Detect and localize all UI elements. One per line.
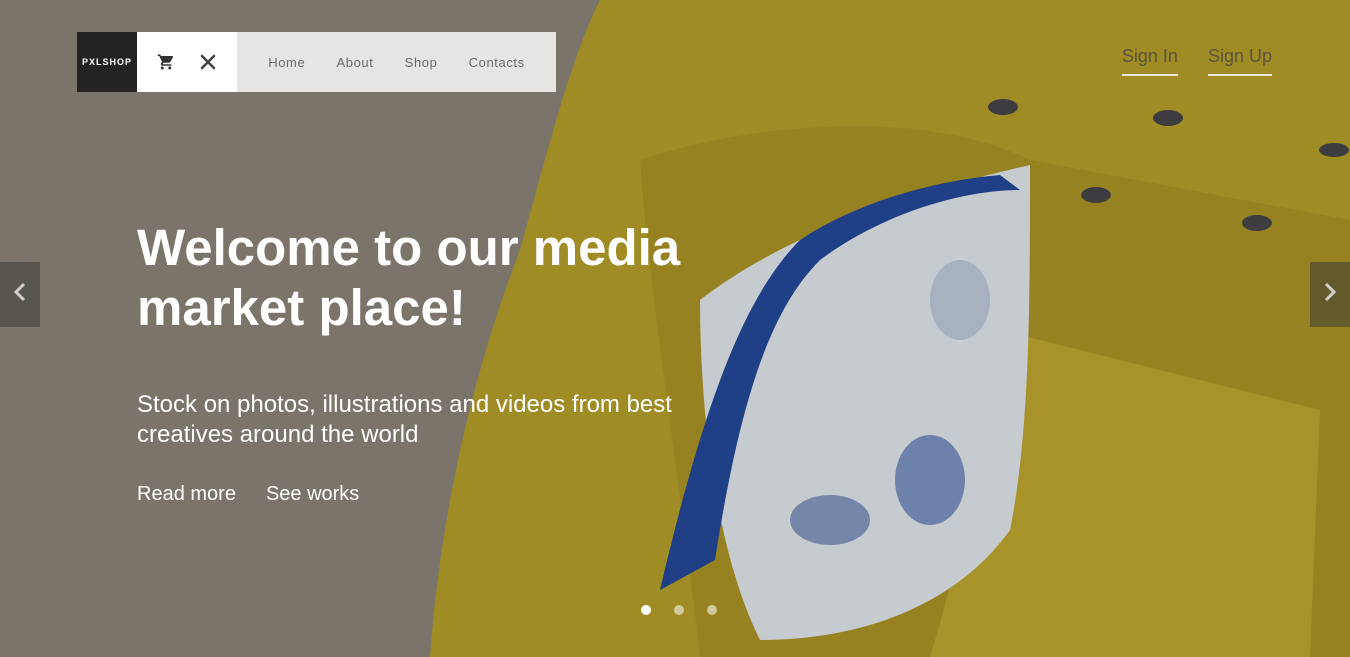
slider-dot-3[interactable] xyxy=(707,605,717,615)
header-icons xyxy=(137,32,237,92)
hero-slider: PXLSHOP Home About Shop Contacts Sign In… xyxy=(0,0,1350,657)
slider-dots xyxy=(641,605,717,615)
chevron-left-icon xyxy=(12,281,28,308)
hero-links: Read more See works xyxy=(137,483,359,506)
slider-dot-1[interactable] xyxy=(641,605,651,615)
close-icon[interactable] xyxy=(199,53,217,71)
read-more-link[interactable]: Read more xyxy=(137,483,236,506)
main-menu: Home About Shop Contacts xyxy=(237,32,556,92)
chevron-right-icon xyxy=(1322,281,1338,308)
sign-up-link[interactable]: Sign Up xyxy=(1207,46,1272,76)
top-navigation: PXLSHOP Home About Shop Contacts xyxy=(77,32,556,92)
nav-about[interactable]: About xyxy=(336,55,373,70)
nav-shop[interactable]: Shop xyxy=(405,55,438,70)
sign-in-link[interactable]: Sign In xyxy=(1121,46,1178,76)
see-works-link[interactable]: See works xyxy=(266,483,359,506)
logo-text: PXLSHOP xyxy=(81,57,132,67)
slider-dot-2[interactable] xyxy=(674,605,684,615)
hero-subtitle: Stock on photos, illustrations and video… xyxy=(137,391,672,448)
nav-contacts[interactable]: Contacts xyxy=(469,55,525,70)
auth-links: Sign In Sign Up xyxy=(1121,46,1272,76)
brand-logo[interactable]: PXLSHOP xyxy=(77,32,137,92)
cart-icon[interactable] xyxy=(157,53,175,71)
slider-prev-button[interactable] xyxy=(0,262,40,327)
slider-next-button[interactable] xyxy=(1310,262,1350,327)
nav-home[interactable]: Home xyxy=(268,55,305,70)
hero-headline: Welcome to our media market place! xyxy=(137,219,681,336)
